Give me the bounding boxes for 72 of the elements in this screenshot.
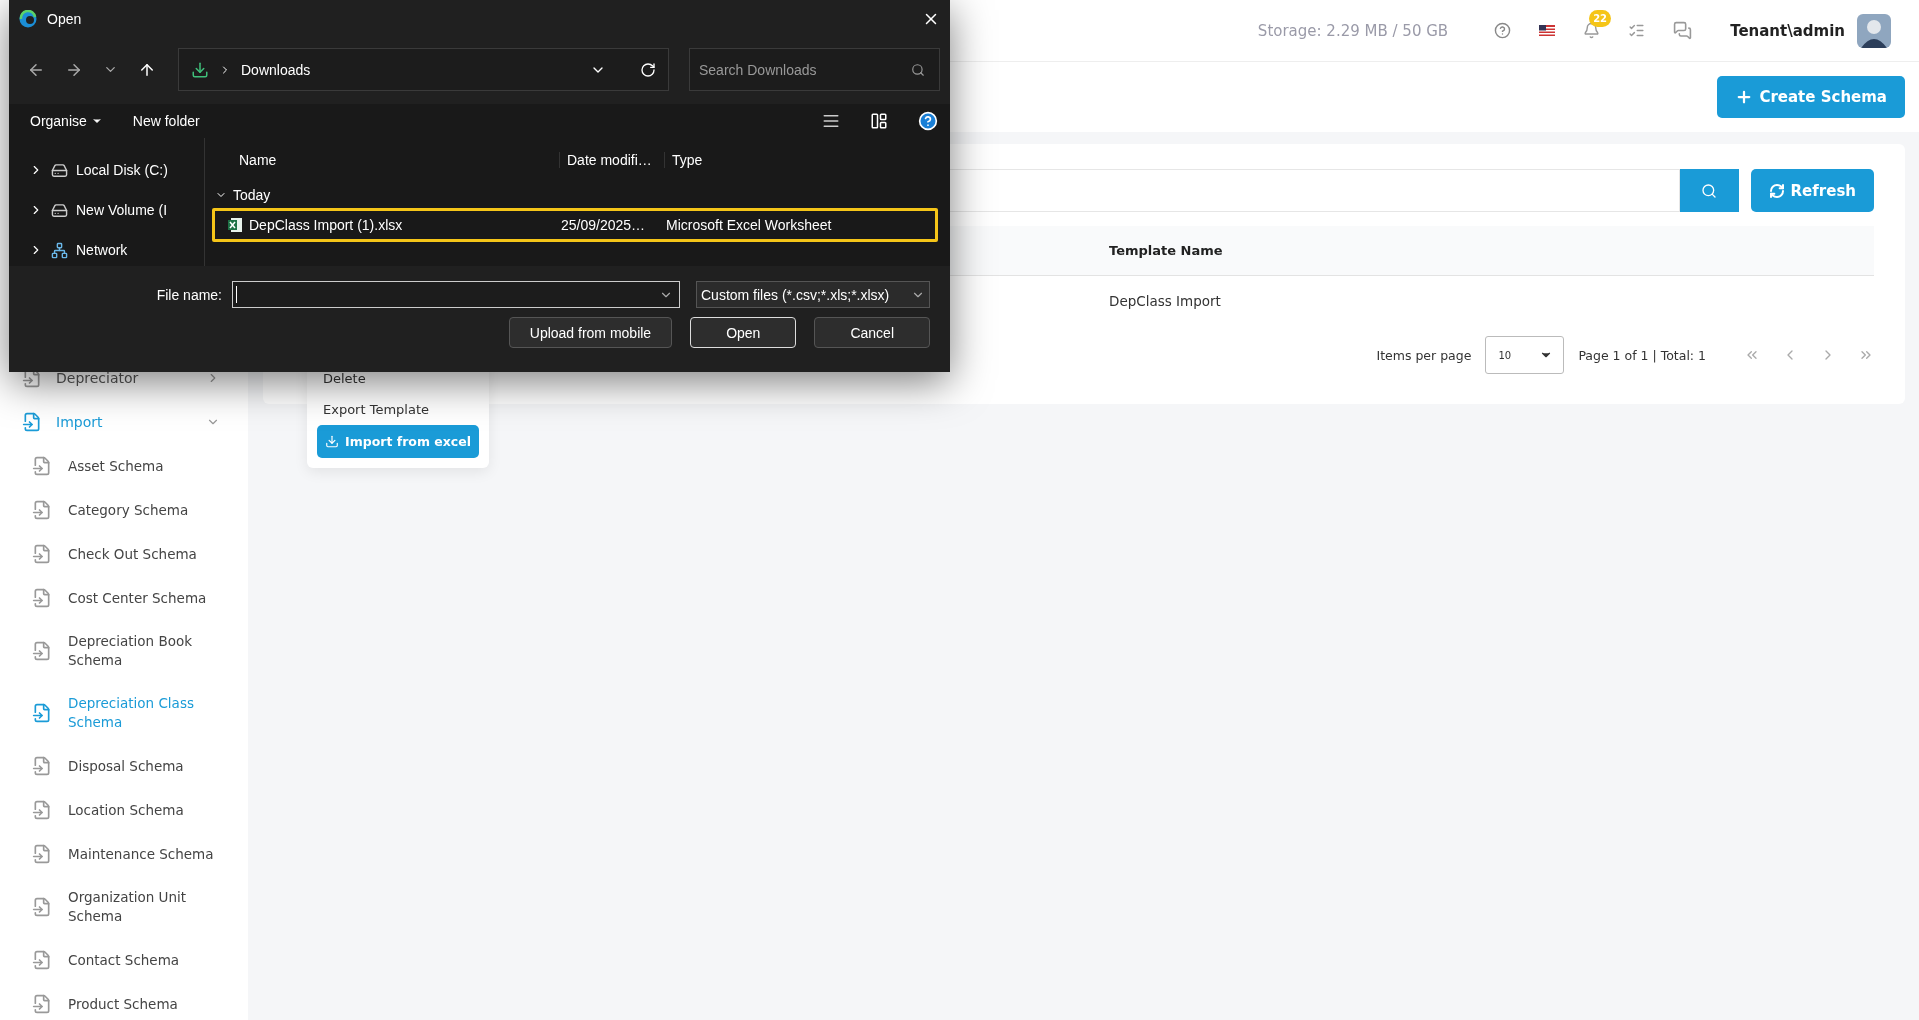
table-cell: DepClass Import	[1109, 293, 1221, 309]
column-header[interactable]: Name	[205, 152, 559, 168]
sidebar-item[interactable]: Cost Center Schema	[0, 576, 248, 620]
file-import-icon	[32, 800, 52, 820]
sidebar-item[interactable]: Contact Schema	[0, 938, 248, 982]
menu-item[interactable]: Export Template	[317, 394, 479, 425]
sidebar-item[interactable]: Disposal Schema	[0, 744, 248, 788]
refresh-icon	[1768, 182, 1785, 199]
page-summary: Page 1 of 1 | Total: 1	[1578, 347, 1706, 363]
dialog-button[interactable]: Cancel	[814, 317, 930, 348]
new-folder-button[interactable]: New folder	[132, 113, 200, 129]
drive-icon	[51, 201, 68, 219]
file-import-icon	[32, 544, 52, 564]
dialog-button[interactable]: Upload from mobile	[508, 317, 673, 348]
preview-pane-icon[interactable]	[870, 112, 888, 130]
sidebar-item[interactable]: Asset Schema	[0, 444, 248, 488]
spreadsheet-icon	[227, 217, 243, 233]
column-header[interactable]: Date modifi…	[559, 152, 664, 168]
network-icon	[51, 241, 68, 259]
address-bar[interactable]: Downloads	[178, 48, 669, 91]
navigation-item[interactable]: New Volume (I	[9, 190, 204, 230]
notification-badge: 22	[1589, 10, 1612, 27]
download-icon	[325, 434, 339, 449]
file-import-icon	[32, 844, 52, 864]
breadcrumb-item[interactable]: Downloads	[241, 61, 580, 78]
flag-icon[interactable]	[1539, 25, 1556, 36]
column-header: Template Name	[1109, 243, 1223, 258]
search-icon	[911, 62, 925, 77]
file-import-icon	[32, 994, 52, 1014]
sidebar-item[interactable]: Category Schema	[0, 488, 248, 532]
file-import-icon	[32, 588, 52, 608]
file-type-select[interactable]: Custom files (*.csv;*.xls;*.xlsx)	[696, 281, 930, 308]
file-import-icon	[32, 897, 52, 917]
file-import-icon	[32, 456, 52, 476]
group-label: Today	[233, 187, 271, 203]
file-import-icon	[32, 756, 52, 776]
file-import-icon	[32, 703, 52, 723]
avatar[interactable]	[1857, 13, 1891, 48]
sidebar-item[interactable]: Product Schema	[0, 982, 248, 1020]
downloads-icon	[191, 60, 209, 79]
sidebar-item[interactable]: Organization Unit Schema	[0, 876, 248, 938]
organise-menu[interactable]: Organise	[30, 113, 103, 129]
drive-icon	[51, 161, 68, 179]
browser-logo-icon	[19, 10, 37, 28]
file-row[interactable]: DepClass Import (1).xlsx 25/09/2025… Microsoft Excel Worksheet	[212, 208, 938, 242]
file-import-icon	[32, 950, 52, 970]
refresh-icon[interactable]	[640, 61, 656, 78]
page-size-select[interactable]: 10	[1485, 336, 1565, 374]
group-header[interactable]: Today	[205, 182, 938, 208]
dialog-title: Open	[47, 11, 83, 27]
task-list-icon[interactable]	[1628, 22, 1646, 39]
file-import-icon	[32, 641, 52, 661]
chat-icon[interactable]	[1673, 21, 1693, 40]
search-icon	[1701, 182, 1718, 199]
sidebar-item[interactable]: Check Out Schema	[0, 532, 248, 576]
navigation-item[interactable]: Local Disk (C:)	[9, 150, 204, 190]
dialog-button[interactable]: Open	[690, 317, 797, 348]
sidebar-item[interactable]: Maintenance Schema	[0, 832, 248, 876]
view-options-icon[interactable]	[822, 112, 840, 130]
navigation-item[interactable]: Network	[9, 230, 204, 270]
search-field[interactable]: Search Downloads	[689, 48, 940, 91]
storage-usage: Storage: 2.29 MB / 50 GB	[1257, 21, 1449, 40]
items-per-page-label: Items per page	[1376, 347, 1472, 363]
file-name-label: File name:	[156, 286, 222, 303]
column-header[interactable]: Type	[664, 152, 938, 168]
user-name[interactable]: Tenant\admin	[1730, 21, 1845, 40]
notification-icon[interactable]	[1583, 22, 1601, 39]
sidebar-item[interactable]: Depreciation Book Schema	[0, 620, 248, 682]
file-import-icon	[32, 500, 52, 520]
file-import-icon	[22, 412, 42, 432]
sidebar-item[interactable]: Location Schema	[0, 788, 248, 832]
file-name-field[interactable]	[232, 281, 680, 308]
